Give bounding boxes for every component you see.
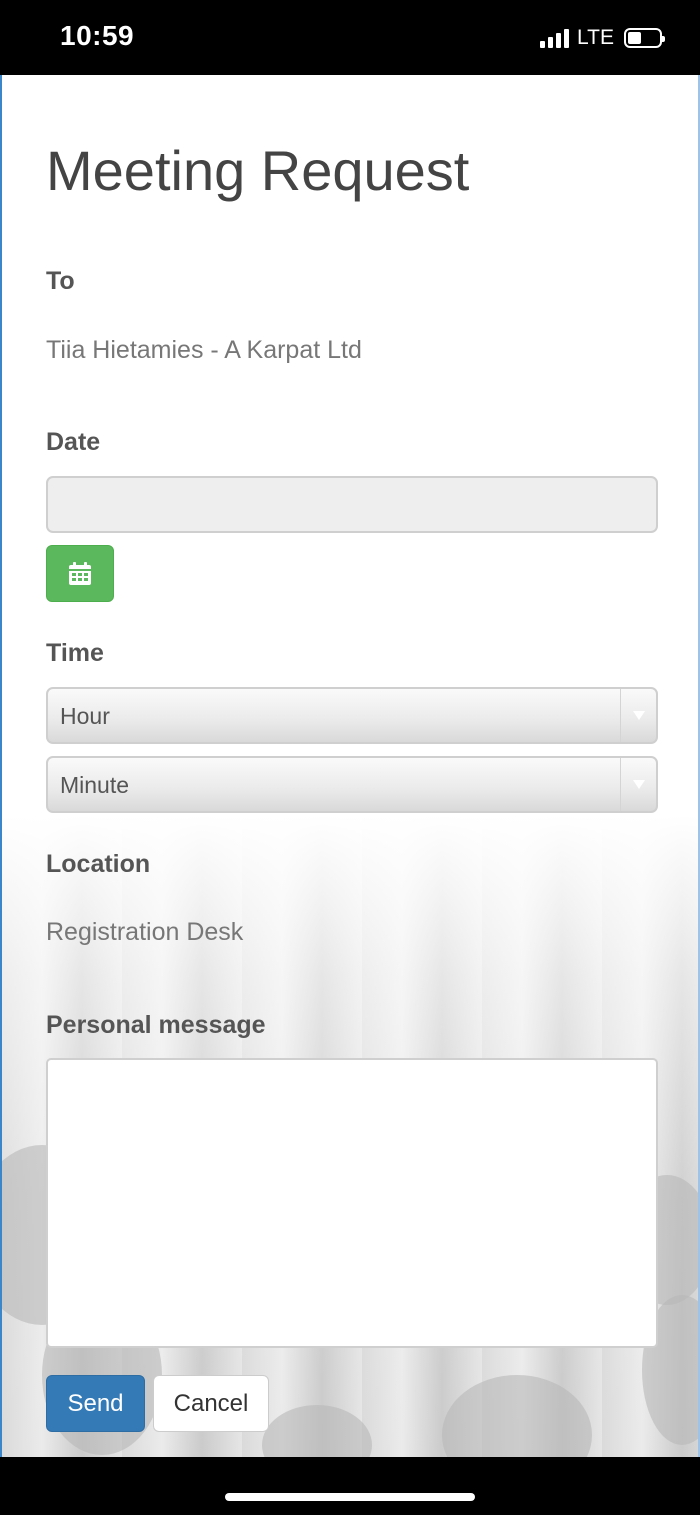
calendar-button[interactable] [46,545,114,602]
date-label: Date [46,428,101,456]
chevron-down-icon [620,758,656,811]
hour-select[interactable]: Hour [46,687,658,744]
time-label: Time [46,639,104,667]
network-type: LTE [577,26,614,49]
status-bar: 10:59 LTE [0,0,700,75]
signal-icon [540,28,570,48]
home-indicator[interactable] [225,1493,475,1501]
recipient-value: Tiia Hietamies - A Karpat Ltd [46,336,362,364]
minute-select[interactable]: Minute [46,756,658,813]
calendar-icon [69,561,91,585]
personal-message-label: Personal message [46,1011,266,1039]
home-area [0,1457,700,1515]
status-time: 10:59 [60,20,135,51]
status-indicators: LTE [540,26,665,50]
location-label: Location [46,850,151,878]
personal-message-field[interactable] [46,1058,658,1348]
to-label: To [46,267,75,295]
minute-select-value: Minute [60,772,130,798]
cancel-button[interactable]: Cancel [153,1375,269,1432]
chevron-down-icon [620,689,656,742]
location-value: Registration Desk [46,918,244,946]
date-field[interactable] [46,476,658,533]
battery-icon [624,28,665,48]
hour-select-value: Hour [60,703,110,729]
meeting-request-page: Meeting Request To Tiia Hietamies - A Ka… [0,75,700,1457]
page-title: Meeting Request [46,139,470,202]
send-button[interactable]: Send [46,1375,145,1432]
